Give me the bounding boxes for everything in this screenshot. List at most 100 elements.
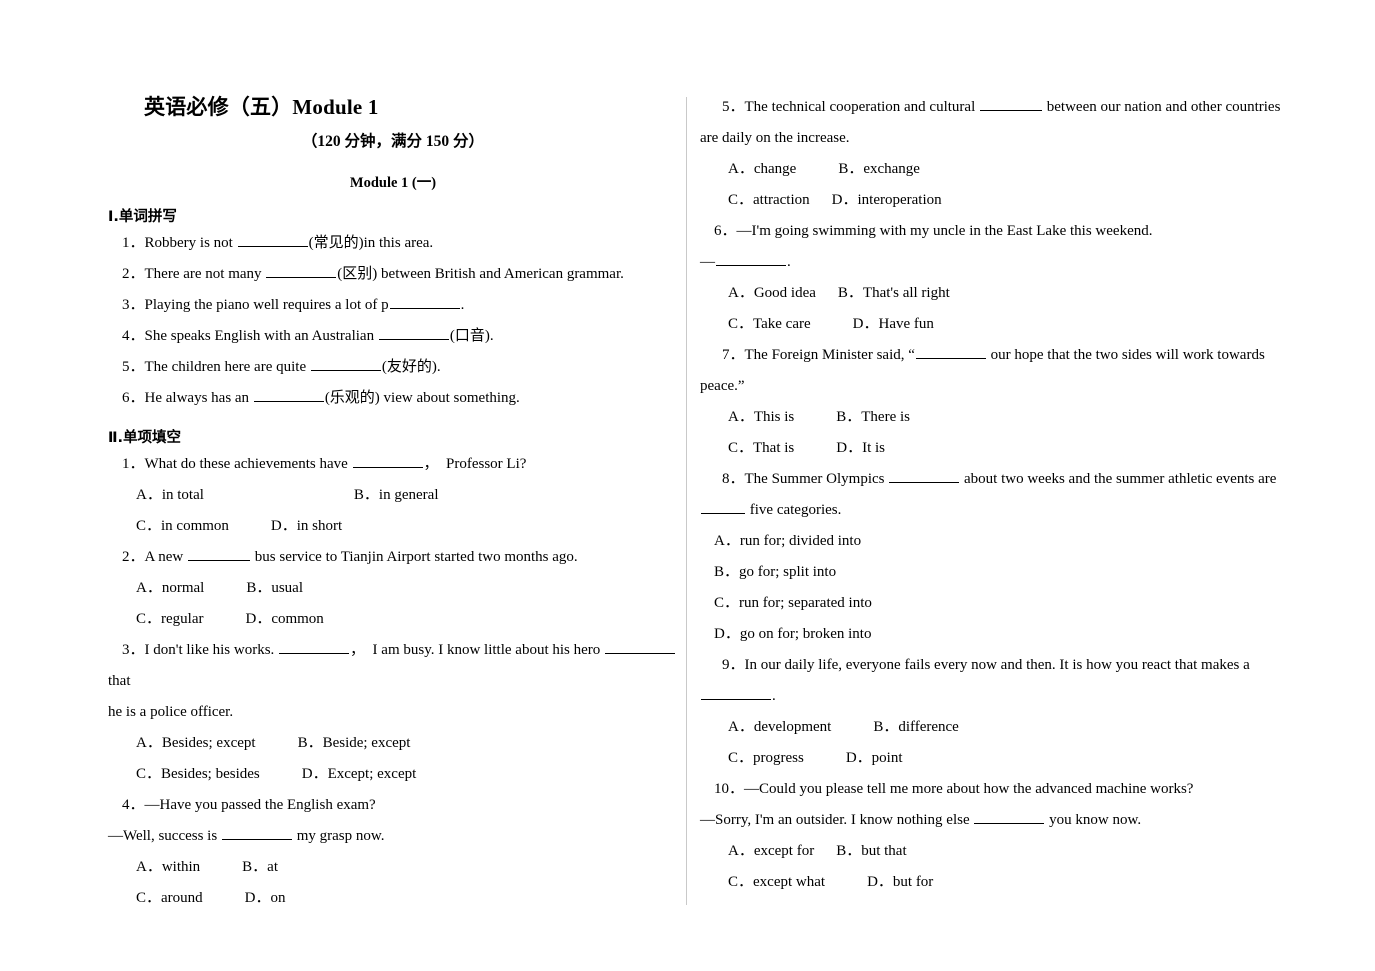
option-b[interactable]: B．but that [836, 843, 906, 859]
option-d[interactable]: D．Have fun [853, 316, 934, 332]
mc-question-stem: 9．In our daily life, everyone fails ever… [700, 650, 1312, 681]
option-a[interactable]: A．except for [714, 836, 814, 867]
option-a[interactable]: A．development [714, 712, 831, 743]
item-text-pre: He always has an [144, 390, 253, 406]
answer-blank[interactable] [266, 263, 337, 278]
stem-text-post: . [772, 688, 776, 704]
option-c[interactable]: C．progress [714, 743, 804, 774]
answer-blank[interactable] [310, 356, 381, 371]
option-d[interactable]: D．interoperation [832, 192, 942, 208]
answer-blank[interactable] [974, 809, 1045, 824]
option-b[interactable]: B．Beside; except [298, 735, 411, 751]
answer-blank[interactable] [605, 639, 676, 654]
option-c[interactable]: C．run for; separated into [714, 595, 872, 611]
answer-blank[interactable] [279, 639, 350, 654]
option-d[interactable]: D．go on for; broken into [714, 626, 871, 642]
option-c[interactable]: C．around [122, 883, 203, 914]
option-a[interactable]: A．run for; divided into [714, 533, 861, 549]
item-number: 1． [122, 235, 145, 251]
option-a[interactable]: A．within [122, 852, 200, 883]
right-column: 5．The technical cooperation and cultural… [700, 92, 1312, 898]
mc-question-stem-continuation: he is a police officer. [108, 704, 234, 720]
stem-text: The Summer Olympics [744, 471, 889, 487]
stem-text-post: ， Professor Li? [423, 456, 527, 472]
stem-text-post: you know now. [1045, 812, 1142, 828]
left-column: 英语必修（五）Module 1 （120 分钟，满分 150 分） Module… [108, 92, 678, 914]
stem-text: A new [144, 549, 188, 565]
option-c[interactable]: C．That is [714, 433, 794, 464]
item-number: 4． [122, 797, 145, 813]
option-a[interactable]: A．in total [122, 480, 204, 511]
item-number: 8． [722, 471, 745, 487]
spelling-item: 4．She speaks English with an Australian … [108, 321, 678, 352]
answer-blank[interactable] [716, 251, 786, 266]
option-b[interactable]: B．go for; split into [714, 564, 836, 580]
mc-question-stem: 5．The technical cooperation and cultural… [700, 92, 1312, 123]
mc-option-row: A．Besides; except B．Beside; except [108, 728, 678, 759]
answer-blank[interactable] [221, 825, 292, 840]
stem-text: —I'm going swimming with my uncle in the… [736, 223, 1153, 239]
mc-question-stem: 1．What do these achievements have ， Prof… [108, 449, 678, 480]
item-number: 6． [122, 390, 145, 406]
option-c[interactable]: C．Besides; besides [122, 759, 260, 790]
mc-option-row: C．Take care D．Have fun [700, 309, 1312, 340]
option-d[interactable]: D．on [245, 890, 286, 906]
item-text-post: (友好的). [381, 359, 441, 375]
option-b[interactable]: B．exchange [838, 161, 920, 177]
option-d[interactable]: D．in short [271, 518, 342, 534]
stem-text: —Sorry, I'm an outsider. I know nothing … [700, 812, 974, 828]
item-number: 1． [122, 456, 145, 472]
option-d[interactable]: D．but for [867, 874, 933, 890]
option-b[interactable]: B．usual [246, 580, 303, 596]
mc-option-row: D．go on for; broken into [700, 619, 1312, 650]
item-text-post: . [460, 297, 465, 313]
spelling-item: 6．He always has an (乐观的) view about some… [108, 383, 678, 414]
stem-text: In our daily life, everyone fails every … [744, 657, 1250, 673]
option-b[interactable]: B．That's all right [838, 285, 950, 301]
option-b[interactable]: B．There is [836, 409, 910, 425]
option-c[interactable]: C．except what [714, 867, 825, 898]
mc-option-row: A．Good idea B．That's all right [700, 278, 1312, 309]
option-a[interactable]: A．normal [122, 573, 204, 604]
stem-text-post: . [787, 254, 791, 270]
item-number: 3． [122, 642, 145, 658]
item-number: 5． [722, 99, 745, 115]
option-a[interactable]: A．change [714, 154, 796, 185]
option-d[interactable]: D．common [245, 611, 323, 627]
option-c[interactable]: C．in common [122, 511, 229, 542]
option-b[interactable]: B．difference [873, 719, 959, 735]
spelling-item: 3．Playing the piano well requires a lot … [108, 290, 678, 321]
option-b[interactable]: B．at [242, 859, 278, 875]
answer-blank[interactable] [980, 96, 1042, 111]
option-a[interactable]: A．Good idea [714, 278, 816, 309]
answer-blank[interactable] [352, 453, 423, 468]
option-a[interactable]: A．This is [714, 402, 794, 433]
option-d[interactable]: D．point [846, 750, 903, 766]
stem-text-post: that [108, 673, 131, 689]
option-c[interactable]: C．Take care [714, 309, 811, 340]
option-d[interactable]: D．It is [836, 440, 885, 456]
stem-text: I don't like his works. [144, 642, 279, 658]
mc-question-stem: 10．—Could you please tell me more about … [700, 774, 1312, 805]
option-c[interactable]: C．attraction [714, 185, 810, 216]
option-a[interactable]: A．Besides; except [122, 728, 256, 759]
exam-worksheet-page: 英语必修（五）Module 1 （120 分钟，满分 150 分） Module… [0, 0, 1375, 971]
item-number: 4． [122, 328, 145, 344]
answer-blank[interactable] [701, 685, 771, 700]
stem-text: The Foreign Minister said, “ [744, 347, 915, 363]
answer-blank[interactable] [237, 232, 308, 247]
mc-option-row: B．go for; split into [700, 557, 1312, 588]
answer-blank[interactable] [389, 294, 460, 309]
answer-blank[interactable] [701, 499, 745, 514]
mc-question-stem-continuation: —Sorry, I'm an outsider. I know nothing … [700, 805, 1312, 836]
stem-text-post: our hope that the two sides will work to… [986, 347, 1265, 363]
answer-blank[interactable] [889, 468, 960, 483]
option-d[interactable]: D．Except; except [302, 766, 417, 782]
option-c[interactable]: C．regular [122, 604, 203, 635]
answer-blank[interactable] [915, 344, 986, 359]
option-b[interactable]: B．in general [354, 487, 439, 503]
answer-blank[interactable] [253, 387, 324, 402]
answer-blank[interactable] [378, 325, 449, 340]
answer-blank[interactable] [188, 546, 251, 561]
stem-text: — [700, 254, 715, 270]
